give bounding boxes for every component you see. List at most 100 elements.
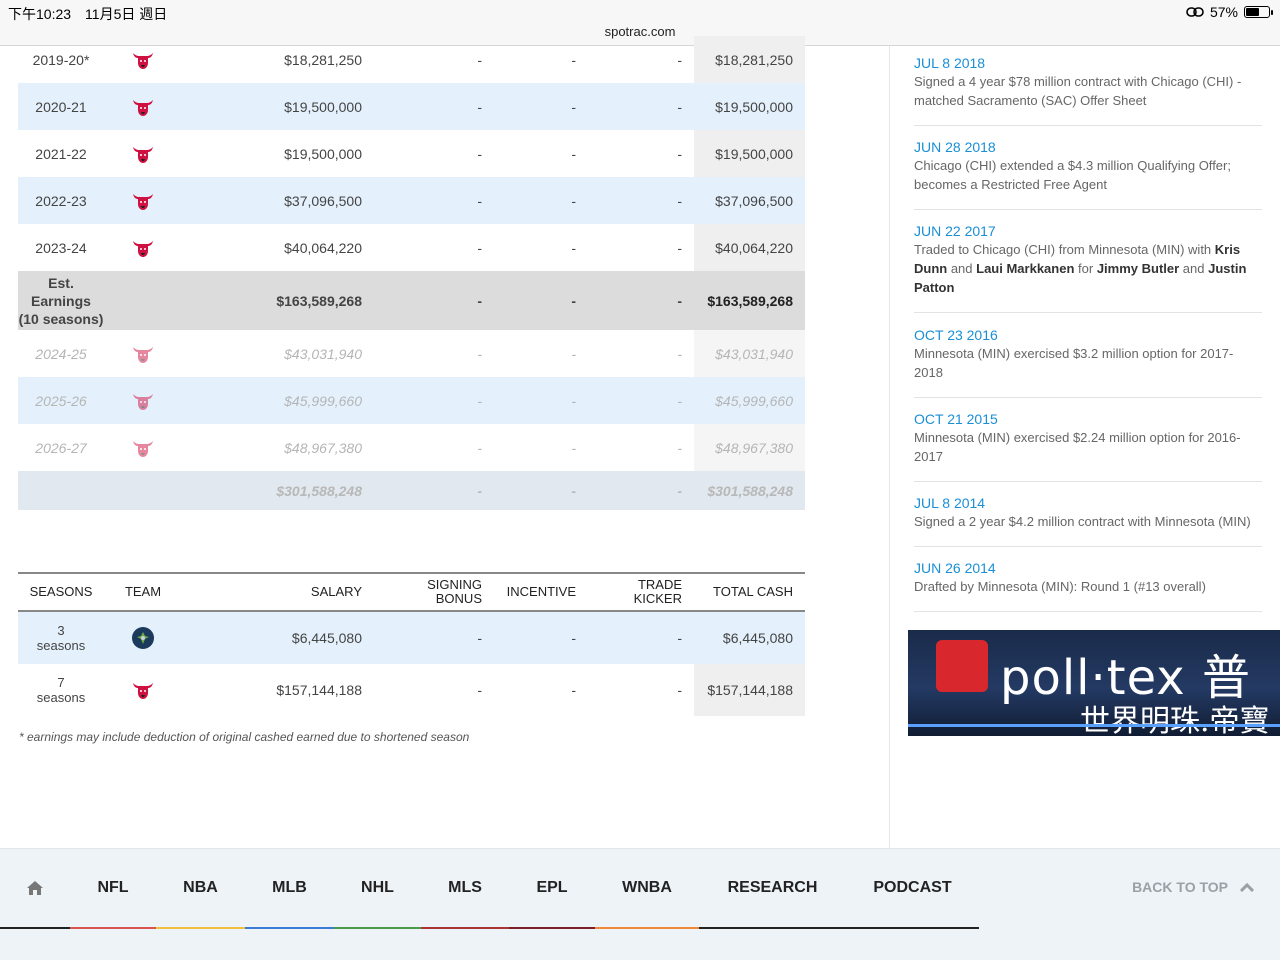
season-cell: 2022-23 <box>35 192 87 209</box>
ad-tagline: 世界明珠.帝寶 <box>1080 704 1270 736</box>
team-cell <box>128 177 158 224</box>
nav-label: PODCAST <box>873 879 952 896</box>
back-to-top-button[interactable]: BACK TO TOP <box>1132 879 1254 895</box>
nav-item-mlb[interactable]: MLB <box>245 849 334 929</box>
chicago-bulls-logo-icon <box>133 52 153 69</box>
header-salary[interactable]: SALARY <box>168 574 362 610</box>
header-trade-kicker[interactable]: TRADE KICKER <box>608 574 682 610</box>
signing-bonus-cell: - <box>477 439 482 456</box>
signing-bonus-cell: - <box>477 192 482 209</box>
nav-item-nfl[interactable]: NFL <box>70 849 156 929</box>
incentive-cell: - <box>571 51 576 68</box>
team-cell <box>128 83 158 130</box>
trade-kicker-cell: - <box>677 51 682 68</box>
table-row: 2021-22 $19,500,000 - - - $19,500,000 <box>18 130 805 177</box>
seasons-count: 7 <box>57 675 65 690</box>
header-signing-bonus[interactable]: SIGNING BONUS <box>408 574 482 610</box>
earnings-footnote: * earnings may include deduction of orig… <box>19 730 470 744</box>
transaction-text: Signed a 4 year $78 million contract wit… <box>914 74 1242 108</box>
transaction-date[interactable]: JUN 22 2017 <box>914 222 1262 240</box>
transaction-item: JUN 22 2017 Traded to Chicago (CHI) from… <box>914 222 1262 313</box>
incentive-cell: - <box>571 239 576 256</box>
table-row: 2020-21 $19,500,000 - - - $19,500,000 <box>18 83 805 130</box>
salary-cell: $40,064,220 <box>284 239 362 256</box>
seasons-unit: seasons <box>36 638 86 653</box>
total-cash-cell: $43,031,940 <box>694 330 805 377</box>
seasons-cell: 3 seasons <box>18 612 104 664</box>
incentive-cell: - <box>571 98 576 115</box>
team-cell <box>128 612 158 664</box>
transaction-text: Minnesota (MIN) exercised $2.24 million … <box>914 430 1241 464</box>
header-team[interactable]: TEAM <box>118 574 168 610</box>
salary-cell: $45,999,660 <box>284 392 362 409</box>
nav-underline <box>421 927 509 929</box>
nav-label: NFL <box>97 879 129 896</box>
nav-item-mls[interactable]: MLS <box>421 849 509 929</box>
chicago-bulls-logo-icon <box>133 99 153 116</box>
nav-underline <box>156 927 245 929</box>
chevron-up-icon <box>1240 882 1254 892</box>
total-cash-cell: $40,064,220 <box>694 224 805 271</box>
ad-logo-icon <box>936 640 988 692</box>
header-seasons[interactable]: SEASONS <box>18 574 104 610</box>
nav-item-epl[interactable]: EPL <box>509 849 595 929</box>
signing-bonus-cell: - <box>477 392 482 409</box>
advertisement-banner[interactable]: poll·tex 普 世界明珠.帝寶 <box>908 630 1280 736</box>
nav-item-wnba[interactable]: WNBA <box>595 849 699 929</box>
total-cash-cell: $18,281,250 <box>694 36 805 83</box>
header-total-cash[interactable]: TOTAL CASH <box>694 574 805 610</box>
table-row: 2019-20* $18,281,250 - - - $18,281,250 <box>18 36 805 83</box>
salary-cell: $301,588,248 <box>276 482 362 499</box>
nav-item-nba[interactable]: NBA <box>156 849 245 929</box>
season-cell: 2026-27 <box>35 439 87 456</box>
signing-bonus-cell: - <box>477 482 482 499</box>
future-row: 2025-26 $45,999,660 - - - $45,999,660 <box>18 377 805 424</box>
est-earnings-row: Est. Earnings (10 seasons) $163,589,268 … <box>18 271 805 330</box>
tx-text-part: Traded to Chicago (CHI) from Minnesota (… <box>914 242 1215 257</box>
chicago-bulls-logo-icon <box>133 683 153 699</box>
signing-bonus-cell: - <box>477 98 482 115</box>
player-link-laui-markkanen[interactable]: Laui Markkanen <box>976 261 1074 276</box>
nav-item-nhl[interactable]: NHL <box>334 849 421 929</box>
season-cell: 2023-24 <box>35 239 87 256</box>
team-cell <box>128 664 158 716</box>
nav-item-research[interactable]: RESEARCH <box>699 849 846 929</box>
nav-label: MLB <box>272 879 307 896</box>
chicago-bulls-logo-icon <box>133 240 153 257</box>
signing-bonus-cell: - <box>477 630 482 646</box>
header-kicker-line2: KICKER <box>633 591 682 606</box>
footer-nav: NFL NBA MLB NHL MLS EPL WNBA RESEARCH PO… <box>0 848 1280 960</box>
transaction-date[interactable]: JUL 8 2014 <box>914 494 1262 512</box>
transaction-date[interactable]: OCT 21 2015 <box>914 410 1262 428</box>
trade-kicker-cell: - <box>677 682 682 698</box>
signing-bonus-cell: - <box>477 239 482 256</box>
salary-cell: $43,031,940 <box>284 345 362 362</box>
transaction-date[interactable]: JUL 8 2018 <box>914 54 1262 72</box>
transaction-text: Minnesota (MIN) exercised $3.2 million o… <box>914 346 1234 380</box>
status-time: 下午10:23 11月5日 週日 <box>8 6 168 22</box>
table-row: 2023-24 $40,064,220 - - - $40,064,220 <box>18 224 805 271</box>
transaction-date[interactable]: OCT 23 2016 <box>914 326 1262 344</box>
transaction-item: JUN 28 2018 Chicago (CHI) extended a $4.… <box>914 138 1262 210</box>
nav-home[interactable] <box>0 849 70 929</box>
transaction-item: OCT 21 2015 Minnesota (MIN) exercised $2… <box>914 410 1262 482</box>
summary-row: 3 seasons $6,445,080 - - - $6,445,080 <box>18 612 805 664</box>
transaction-item: JUL 8 2014 Signed a 2 year $4.2 million … <box>914 494 1262 547</box>
trade-kicker-cell: - <box>677 145 682 162</box>
incentive-cell: - <box>571 292 576 309</box>
transaction-date[interactable]: JUN 28 2018 <box>914 138 1262 156</box>
back-to-top-label: BACK TO TOP <box>1132 879 1228 895</box>
nav-item-podcast[interactable]: PODCAST <box>846 849 979 929</box>
trade-kicker-cell: - <box>677 392 682 409</box>
salary-cell: $18,281,250 <box>284 51 362 68</box>
player-link-jimmy-butler[interactable]: Jimmy Butler <box>1097 261 1179 276</box>
transaction-item: OCT 23 2016 Minnesota (MIN) exercised $3… <box>914 326 1262 398</box>
nav-label: MLS <box>448 879 482 896</box>
transaction-date[interactable]: JUN 26 2014 <box>914 559 1262 577</box>
salary-cell: $6,445,080 <box>291 630 362 646</box>
season-cell: 2021-22 <box>35 145 87 162</box>
header-incentive[interactable]: INCENTIVE <box>488 574 576 610</box>
total-cash-cell: $19,500,000 <box>694 130 805 177</box>
seasons-count: 3 <box>57 623 65 638</box>
est-earnings-label-line1: Est. Earnings <box>31 274 91 309</box>
